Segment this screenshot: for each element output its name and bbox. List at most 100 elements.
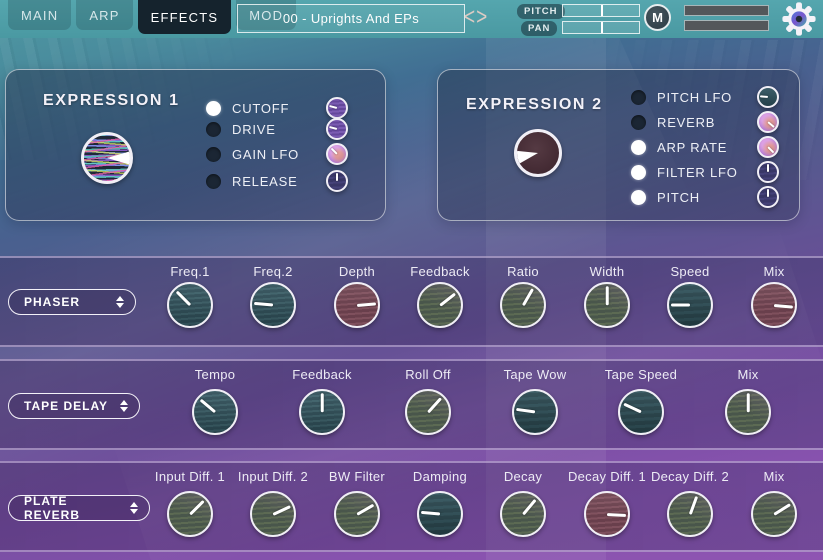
- target-select-radio[interactable]: [206, 147, 221, 162]
- param-knob[interactable]: [334, 491, 380, 537]
- target-label: ARP RATE: [657, 140, 727, 155]
- mod-target-row: RELEASE: [206, 170, 348, 192]
- tab-main[interactable]: MAIN: [8, 0, 71, 30]
- knob-pointer: [522, 499, 536, 515]
- param-knob[interactable]: [618, 389, 664, 435]
- master-mute-button[interactable]: M: [644, 4, 671, 31]
- param-knob[interactable]: [405, 389, 451, 435]
- knob-pointer: [760, 95, 768, 98]
- target-select-radio[interactable]: [631, 115, 646, 130]
- target-amount-knob[interactable]: [757, 161, 779, 183]
- knob-pointer: [254, 302, 273, 306]
- pan-label: PAN: [521, 21, 557, 36]
- dropdown-arrows-icon: [104, 296, 124, 308]
- preset-next-icon[interactable]: >: [476, 2, 487, 35]
- target-select-radio[interactable]: [206, 122, 221, 137]
- param-knob[interactable]: [725, 389, 771, 435]
- target-amount-knob[interactable]: [757, 186, 779, 208]
- slider-handle[interactable]: [601, 5, 603, 16]
- param-knob[interactable]: [417, 282, 463, 328]
- effect-select-dropdown[interactable]: PLATE REVERB: [8, 495, 150, 521]
- settings-button[interactable]: [782, 2, 816, 36]
- effect-select-dropdown[interactable]: PHASER: [8, 289, 136, 315]
- param-knob[interactable]: [250, 491, 296, 537]
- param-label: Depth: [339, 264, 375, 279]
- target-label: DRIVE: [232, 122, 276, 137]
- preset-display[interactable]: 00 - Uprights And EPs: [237, 4, 465, 33]
- param-label: Damping: [413, 469, 467, 484]
- target-amount-knob[interactable]: [757, 86, 779, 108]
- param-knob[interactable]: [167, 491, 213, 537]
- param-knob[interactable]: [584, 282, 630, 328]
- pan-slider[interactable]: [562, 21, 640, 34]
- param-knob[interactable]: [751, 282, 797, 328]
- target-label: PITCH LFO: [657, 90, 732, 105]
- tab-effects[interactable]: EFFECTS: [138, 0, 232, 34]
- param-knob[interactable]: [334, 282, 380, 328]
- param-knob[interactable]: [500, 491, 546, 537]
- level-meter-left: [684, 5, 769, 16]
- param-knob[interactable]: [584, 491, 630, 537]
- param-label: Input Diff. 1: [155, 469, 225, 484]
- target-label: REVERB: [657, 115, 715, 130]
- knob-pointer: [200, 399, 216, 413]
- effect-slot-plate-reverb: PLATE REVERB Input Diff. 1 Input Diff. 2…: [0, 461, 823, 552]
- effect-select-dropdown[interactable]: TAPE DELAY: [8, 393, 140, 419]
- knob-pointer: [623, 403, 641, 413]
- knob-pointer: [427, 397, 441, 413]
- target-label: FILTER LFO: [657, 165, 738, 180]
- param-knob[interactable]: [751, 491, 797, 537]
- expression1-source-knob[interactable]: [81, 132, 133, 184]
- param-knob[interactable]: [250, 282, 296, 328]
- panel-title: EXPRESSION 1: [43, 92, 180, 110]
- target-select-radio[interactable]: [631, 165, 646, 180]
- target-select-radio[interactable]: [206, 101, 221, 116]
- gear-icon: [782, 2, 816, 36]
- target-amount-knob[interactable]: [757, 111, 779, 133]
- param-knob[interactable]: [667, 282, 713, 328]
- param-label: Tape Speed: [605, 367, 677, 382]
- param-knob[interactable]: [299, 389, 345, 435]
- target-amount-knob[interactable]: [326, 143, 348, 165]
- target-amount-knob[interactable]: [326, 170, 348, 192]
- target-select-radio[interactable]: [631, 90, 646, 105]
- knob-pointer: [329, 126, 337, 130]
- param-label: BW Filter: [329, 469, 385, 484]
- knob-pointer: [356, 503, 374, 515]
- pitch-slider[interactable]: [562, 4, 640, 17]
- panel-title: EXPRESSION 2: [466, 96, 603, 114]
- knob-pointer: [767, 189, 769, 197]
- param-label: Tempo: [195, 367, 236, 382]
- param-knob[interactable]: [167, 282, 213, 328]
- knob-pointer: [774, 304, 793, 308]
- param-label: Mix: [763, 264, 784, 279]
- knob-pointer: [767, 146, 774, 153]
- param-knob[interactable]: [512, 389, 558, 435]
- target-amount-knob[interactable]: [757, 136, 779, 158]
- effect-name: PHASER: [24, 295, 80, 309]
- param-knob[interactable]: [667, 491, 713, 537]
- knob-pointer: [421, 511, 440, 515]
- preset-prev-icon[interactable]: <: [464, 2, 475, 35]
- knob-pointer: [336, 173, 338, 181]
- knob-pointer: [767, 121, 774, 128]
- param-label: Roll Off: [405, 367, 451, 382]
- target-select-radio[interactable]: [206, 174, 221, 189]
- target-amount-knob[interactable]: [326, 97, 348, 119]
- mod-target-row: PITCH: [631, 186, 779, 208]
- param-label: Feedback: [292, 367, 352, 382]
- param-knob[interactable]: [500, 282, 546, 328]
- knob-pointer: [773, 503, 790, 515]
- tab-arp[interactable]: ARP: [76, 0, 132, 30]
- knob-pointer: [331, 148, 338, 155]
- param-knob[interactable]: [417, 491, 463, 537]
- expression2-source-knob[interactable]: [514, 129, 562, 177]
- target-label: PITCH: [657, 190, 700, 205]
- param-knob[interactable]: [192, 389, 238, 435]
- target-amount-knob[interactable]: [326, 118, 348, 140]
- dropdown-arrows-icon: [108, 400, 128, 412]
- slider-handle[interactable]: [601, 22, 603, 33]
- target-select-radio[interactable]: [631, 140, 646, 155]
- mod-target-row: ARP RATE: [631, 136, 779, 158]
- target-select-radio[interactable]: [631, 190, 646, 205]
